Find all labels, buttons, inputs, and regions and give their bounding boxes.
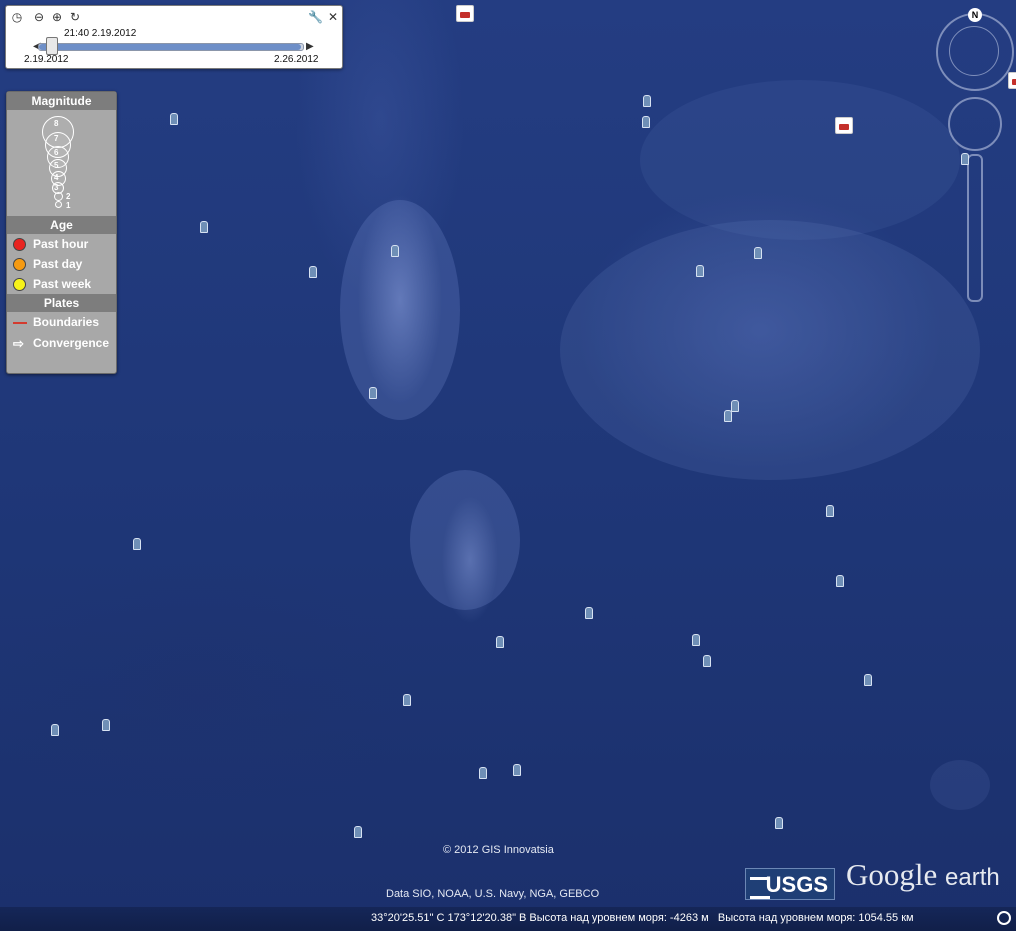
eye-altitude: Высота над уровнем моря: 1054.55 км (717, 912, 914, 924)
data-sources-text: Data SIO, NOAA, U.S. Navy, NGA, GEBCO (386, 888, 600, 900)
clock-icon[interactable]: ◷ (10, 10, 24, 24)
buoy-marker-icon[interactable] (826, 505, 834, 517)
boundary-line-icon (13, 321, 27, 324)
arrow-right-icon: ⇨ (13, 336, 24, 351)
earthquake-legend: Magnitude 8 7 6 5 4 3 2 1 Age Past hour … (6, 91, 117, 374)
refresh-icon[interactable]: ↻ (68, 10, 82, 24)
age-item-past-hour: Past hour (7, 234, 116, 254)
buoy-marker-icon[interactable] (775, 817, 783, 829)
north-button[interactable]: N (968, 8, 982, 22)
buoy-marker-icon[interactable] (354, 826, 362, 838)
magnitude-label: 3 (54, 183, 59, 192)
copyright-text: © 2012 GIS Innovatsia (443, 844, 554, 856)
move-joystick[interactable] (948, 97, 1002, 151)
time-start-label: 2.19.2012 (24, 54, 69, 65)
usgs-wave-icon (750, 877, 770, 899)
buoy-marker-icon[interactable] (513, 764, 521, 776)
buoy-marker-icon[interactable] (369, 387, 377, 399)
buoy-marker-icon[interactable] (309, 266, 317, 278)
buoy-marker-icon[interactable] (692, 634, 700, 646)
buoy-marker-icon[interactable] (51, 724, 59, 736)
magnitude-heading: Magnitude (7, 92, 116, 110)
buoy-marker-icon[interactable] (836, 575, 844, 587)
usgs-logo: USGS (745, 868, 835, 900)
google-earth-logo: Google earth (846, 857, 1000, 892)
buoy-marker-icon[interactable] (479, 767, 487, 779)
zoom-out-icon[interactable]: ⊖ (32, 10, 46, 24)
plates-item-convergence: ⇨ Convergence (7, 333, 116, 354)
buoy-marker-icon[interactable] (643, 95, 651, 107)
step-forward-icon[interactable]: ▶ (306, 41, 314, 52)
orange-dot-icon (13, 257, 26, 271)
buoy-marker-icon[interactable] (403, 694, 411, 706)
video-placemark-icon[interactable] (835, 117, 853, 134)
buoy-marker-icon[interactable] (696, 265, 704, 277)
age-item-past-day: Past day (7, 254, 116, 274)
buoy-marker-icon[interactable] (200, 221, 208, 233)
magnitude-label: 8 (54, 119, 59, 128)
magnitude-label: 2 (66, 192, 71, 201)
buoy-marker-icon[interactable] (496, 636, 504, 648)
cursor-coordinates: 33°20'25.51" С 173°12'20.38" В Высота на… (371, 912, 709, 924)
time-slider-thumb[interactable] (46, 37, 58, 55)
buoy-marker-icon[interactable] (585, 607, 593, 619)
streaming-status-icon (997, 911, 1011, 925)
red-dot-icon (13, 237, 26, 251)
buoy-marker-icon[interactable] (703, 655, 711, 667)
time-current-label: 21:40 2.19.2012 (64, 28, 137, 39)
time-slider-panel: ◷ ⊖ ⊕ ↻ 🔧 ✕ 21:40 2.19.2012 ◀ ▶ 2.19.201… (5, 5, 343, 69)
age-heading: Age (7, 216, 116, 234)
status-readout: 33°20'25.51" С 173°12'20.38" В Высота на… (371, 912, 914, 924)
time-end-label: 2.26.2012 (274, 54, 319, 65)
buoy-marker-icon[interactable] (642, 116, 650, 128)
plates-item-boundaries: Boundaries (7, 312, 116, 333)
magnitude-label: 1 (66, 201, 71, 210)
buoy-marker-icon[interactable] (133, 538, 141, 550)
buoy-marker-icon[interactable] (391, 245, 399, 257)
buoy-marker-icon[interactable] (731, 400, 739, 412)
buoy-marker-icon[interactable] (102, 719, 110, 731)
buoy-marker-icon[interactable] (724, 410, 732, 422)
buoy-marker-icon[interactable] (864, 674, 872, 686)
video-placemark-icon[interactable] (1008, 72, 1016, 89)
yellow-dot-icon (13, 277, 26, 291)
age-item-past-week: Past week (7, 274, 116, 294)
time-slider-track[interactable] (38, 43, 304, 51)
wrench-icon[interactable]: 🔧 (308, 10, 323, 24)
close-icon[interactable]: ✕ (326, 10, 340, 24)
plates-heading: Plates (7, 294, 116, 312)
magnitude-label: 4 (54, 173, 59, 182)
magnitude-label: 5 (54, 161, 59, 170)
look-joystick-inner[interactable] (949, 26, 999, 76)
map-view[interactable] (0, 0, 1016, 931)
magnitude-scale: 8 7 6 5 4 3 2 1 (7, 110, 116, 216)
zoom-slider[interactable] (967, 154, 983, 302)
buoy-marker-icon[interactable] (170, 113, 178, 125)
video-placemark-icon[interactable] (456, 5, 474, 22)
buoy-marker-icon[interactable] (961, 153, 969, 165)
magnitude-label: 7 (54, 134, 59, 143)
buoy-marker-icon[interactable] (754, 247, 762, 259)
magnitude-label: 6 (54, 148, 59, 157)
zoom-in-icon[interactable]: ⊕ (50, 10, 64, 24)
